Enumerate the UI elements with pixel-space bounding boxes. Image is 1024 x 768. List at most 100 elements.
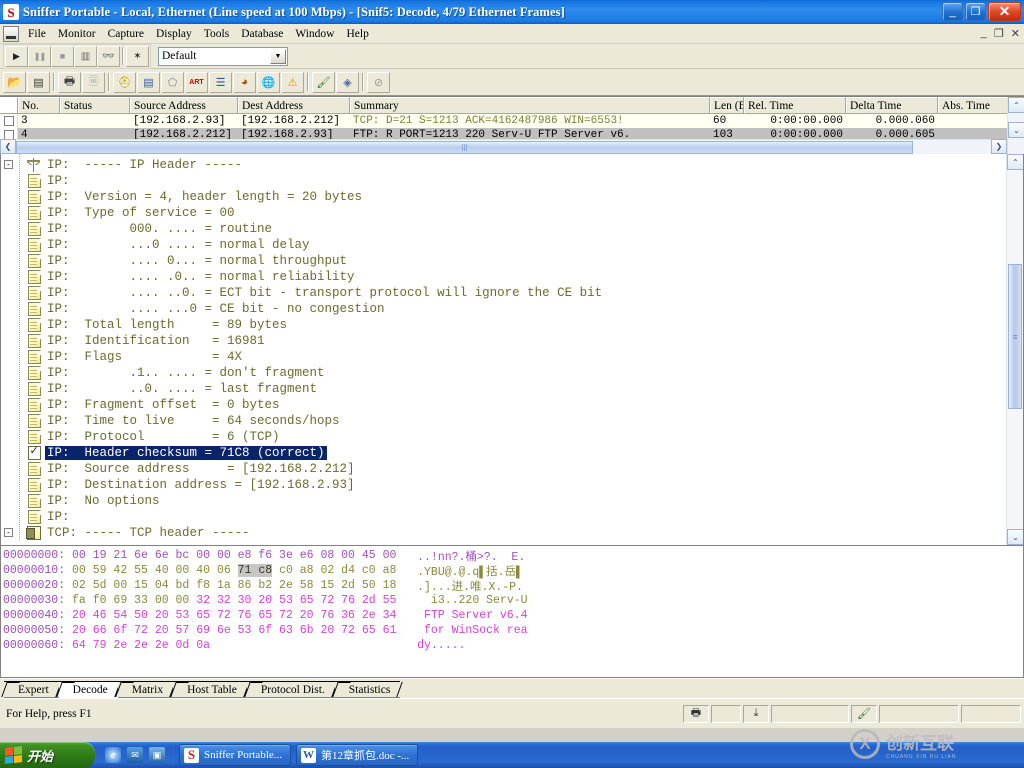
child-maximize-button[interactable]: ❐ xyxy=(994,27,1004,40)
column-header-source[interactable]: Source Address xyxy=(130,97,238,113)
hex-dump-row[interactable]: 00000060: 64 79 2e 2e 2e 0d 0a dy..... xyxy=(3,638,1023,653)
hex-dump-pane[interactable]: 00000000: 00 19 21 6e 6e bc 00 00 e8 f6 … xyxy=(0,546,1024,678)
capture-filter-button[interactable]: ✶ xyxy=(126,45,149,67)
tab-decode[interactable]: Decode xyxy=(58,681,118,698)
scroll-up-arrow-icon[interactable]: ⌃ xyxy=(1007,154,1023,170)
hex-bytes-segment[interactable]: fa f0 69 33 00 00 xyxy=(72,594,196,607)
hex-bytes[interactable]: 20 66 6f 72 20 57 69 6e 53 6f 63 6b 20 7… xyxy=(72,624,417,637)
minimize-button[interactable]: _ xyxy=(942,2,963,21)
display-capture-button[interactable]: 👓 xyxy=(97,45,120,67)
hex-bytes-segment[interactable]: 20 46 54 50 20 53 65 72 76 65 72 20 76 3… xyxy=(72,609,396,622)
decode-tree-row[interactable]: IP: Flags = 4X xyxy=(1,349,1023,365)
hex-dump-row[interactable]: 00000000: 00 19 21 6e 6e bc 00 00 e8 f6 … xyxy=(3,548,1023,564)
tree-collapse-icon[interactable]: - xyxy=(4,160,13,169)
hex-bytes[interactable]: 64 79 2e 2e 2e 0d 0a xyxy=(72,639,417,652)
column-header-summary[interactable]: Summary xyxy=(350,97,710,113)
child-minimize-button[interactable]: _ xyxy=(981,27,987,40)
decode-button[interactable]: ▤ xyxy=(137,71,160,93)
hex-ascii[interactable]: .YBU@.@.q▌括.岳▌ xyxy=(417,563,523,579)
decode-tree-row[interactable]: - TCP: ----- TCP header ----- xyxy=(1,525,1023,541)
print-button[interactable]: 🖶 xyxy=(58,71,81,93)
scroll-left-arrow-icon[interactable]: ❮ xyxy=(0,139,16,154)
scroll-right-arrow-icon[interactable]: ❯ xyxy=(991,139,1007,154)
decode-tree-row[interactable]: IP: Source address = [192.168.2.212] xyxy=(1,461,1023,477)
media-player-icon[interactable]: ▣ xyxy=(149,747,165,763)
packet-generator-button[interactable]: ◈ xyxy=(336,71,359,93)
decode-tree-row[interactable]: IP: No options xyxy=(1,493,1023,509)
hex-dump-row[interactable]: 00000040: 20 46 54 50 20 53 65 72 76 65 … xyxy=(3,608,1023,623)
menu-item-database[interactable]: Database xyxy=(235,26,289,42)
hex-bytes-segment[interactable]: 45 00 xyxy=(362,549,397,562)
column-header-abs-time[interactable]: Abs. Time xyxy=(938,97,1008,113)
decode-tree-row[interactable]: IP: Identification = 16981 xyxy=(1,333,1023,349)
table-row[interactable]: 3 [192.168.2.93] [192.168.2.212] TCP: D=… xyxy=(0,114,1024,128)
decode-vscroll-thumb[interactable] xyxy=(1008,264,1022,409)
hex-bytes[interactable]: fa f0 69 33 00 00 32 32 30 20 53 65 72 7… xyxy=(72,594,417,607)
hex-dump-row[interactable]: 00000030: fa f0 69 33 00 00 32 32 30 20 … xyxy=(3,593,1023,608)
hscroll-thumb[interactable] xyxy=(16,141,913,154)
hex-bytes-segment[interactable]: 64 79 2e 2e 2e 0d 0a xyxy=(72,639,210,652)
menu-item-display[interactable]: Display xyxy=(150,26,198,42)
hex-bytes-segment[interactable]: c0 a8 02 d4 c0 a8 xyxy=(272,564,396,577)
menu-item-capture[interactable]: Capture xyxy=(102,26,150,42)
decode-tree-row[interactable]: IP: Total length = 89 bytes xyxy=(1,317,1023,333)
hex-ascii[interactable]: i3..220 Serv-U xyxy=(417,594,528,607)
stop-display-toolbar-button[interactable]: ⊘ xyxy=(367,71,390,93)
global-statistics-button[interactable]: 🌐 xyxy=(257,71,280,93)
stop-capture-button[interactable]: ■ xyxy=(51,45,74,67)
expert-button[interactable]: ⛑ xyxy=(113,71,136,93)
hex-bytes-segment[interactable]: 20 66 6f 72 20 57 69 6e 53 6f 63 6b 20 7… xyxy=(72,624,396,637)
decode-tree-row[interactable]: IP: Protocol = 6 (TCP) xyxy=(1,429,1023,445)
tab-host-table[interactable]: Host Table xyxy=(173,681,247,698)
decode-tree-row[interactable]: IP: Fragment offset = 0 bytes xyxy=(1,397,1023,413)
decode-tree-pane[interactable]: - IP: ----- IP Header ----- IP: IP: Version… xyxy=(0,154,1024,546)
tab-statistics[interactable]: Statistics xyxy=(334,681,401,698)
hex-dump-row[interactable]: 00000020: 02 5d 00 15 04 bd f8 1a 86 b2 … xyxy=(3,578,1023,594)
decode-tree-row[interactable]: IP: Time to live = 64 seconds/hops xyxy=(1,413,1023,429)
menu-item-file[interactable]: File xyxy=(22,26,52,42)
column-header-no[interactable]: No. xyxy=(18,97,60,113)
decode-tree-row[interactable]: IP: .... ..0. = ECT bit - transport prot… xyxy=(1,285,1023,301)
column-header-delta-time[interactable]: Delta Time xyxy=(846,97,938,113)
scroll-down-arrow-icon[interactable]: ⌄ xyxy=(1007,529,1023,545)
hex-ascii[interactable]: ..!nn?.桶>?. E. xyxy=(417,548,525,564)
hex-dump-row[interactable]: 00000050: 20 66 6f 72 20 57 69 6e 53 6f … xyxy=(3,623,1023,638)
hscroll-track[interactable] xyxy=(16,139,991,154)
scroll-down-arrow-icon[interactable]: ⌄ xyxy=(1008,122,1024,138)
decode-tree-row[interactable]: IP: Header checksum = 71C8 (correct) xyxy=(1,444,1023,461)
art-button[interactable]: ART xyxy=(185,71,208,93)
decode-tree-row[interactable]: IP: xyxy=(1,173,1023,189)
hex-ascii[interactable]: for WinSock rea xyxy=(417,624,528,637)
hex-ascii[interactable]: FTP Server v6.4 xyxy=(417,609,528,622)
open-file-button[interactable]: 📂 xyxy=(3,71,26,93)
select-all-header[interactable] xyxy=(0,97,18,113)
hex-bytes[interactable]: 00 19 21 6e 6e bc 00 00 e8 f6 3e e6 08 0… xyxy=(72,549,417,562)
hex-bytes-segment[interactable]: 00 59 42 55 40 00 40 06 xyxy=(72,564,238,577)
pause-capture-button[interactable]: ❚❚ xyxy=(28,45,51,67)
outlook-express-icon[interactable]: ✉ xyxy=(127,747,143,763)
document-icon[interactable] xyxy=(3,25,19,42)
profile-combo[interactable]: Default ▼ xyxy=(158,46,288,66)
column-header-status[interactable]: Status xyxy=(60,97,130,113)
decode-tree-row[interactable]: IP: Type of service = 00 xyxy=(1,205,1023,221)
chevron-down-icon[interactable]: ▼ xyxy=(270,48,286,64)
hex-bytes-segment[interactable]: 32 32 30 20 53 65 72 76 2d 55 xyxy=(196,594,396,607)
hex-ascii[interactable]: dy..... xyxy=(417,639,465,652)
alarm-log-button[interactable]: ⚠ xyxy=(281,71,304,93)
hex-bytes-segment[interactable]: 02 5d 00 15 04 bd f8 1a 86 b2 2e 58 15 2… xyxy=(72,579,396,592)
decode-tree-row[interactable]: IP: .... 0... = normal throughput xyxy=(1,253,1023,269)
decode-vscrollbar[interactable]: ⌃ ⌄ xyxy=(1006,154,1023,545)
decode-tree-row[interactable]: IP: ...0 .... = normal delay xyxy=(1,237,1023,253)
hex-bytes[interactable]: 02 5d 00 15 04 bd f8 1a 86 b2 2e 58 15 2… xyxy=(72,579,417,592)
decode-tree-row[interactable]: IP: xyxy=(1,509,1023,525)
capture-panel-button[interactable]: 🖌 xyxy=(312,71,335,93)
taskbar-item-word-doc[interactable]: W 第12章抓包.doc -... xyxy=(296,744,419,766)
start-capture-button[interactable]: ▶ xyxy=(5,45,28,67)
start-button[interactable]: 开始 xyxy=(0,742,95,768)
matrix-button[interactable]: ⬠ xyxy=(161,71,184,93)
decode-tree-row[interactable]: IP: .... ...0 = CE bit - no congestion xyxy=(1,301,1023,317)
menu-item-monitor[interactable]: Monitor xyxy=(52,26,102,42)
column-header-dest[interactable]: Dest Address xyxy=(238,97,350,113)
tree-collapse-icon[interactable]: - xyxy=(4,528,13,537)
row-checkbox-cell[interactable] xyxy=(0,114,18,128)
